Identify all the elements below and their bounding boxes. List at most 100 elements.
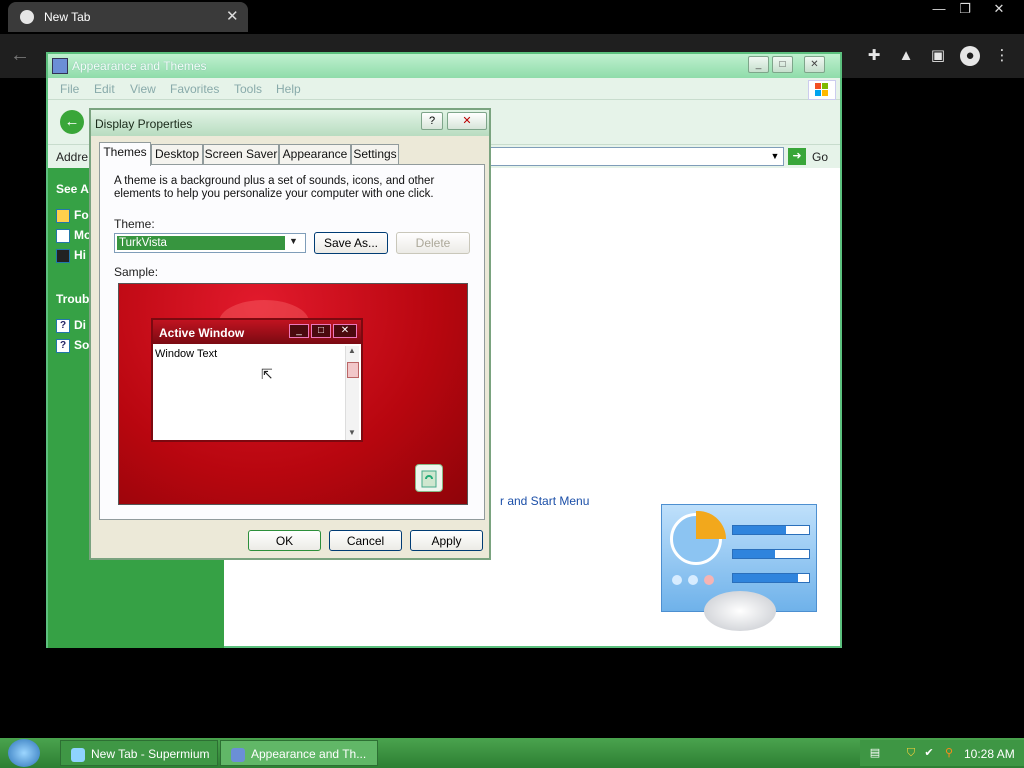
back-arrow-icon[interactable]: ← [10,44,30,67]
menu-edit[interactable]: Edit [94,82,115,96]
menu-help[interactable]: Help [276,82,301,96]
sample-label: Sample: [114,265,159,279]
network-icon[interactable]: ✔ [922,746,936,760]
control-panel-icon [52,58,68,74]
menu-favorites[interactable]: Favorites [170,82,219,96]
theme-description: A theme is a background plus a set of so… [114,175,435,200]
tab-themes[interactable]: Themes [99,142,151,166]
control-panel-icon [231,747,245,762]
tab-appearance[interactable]: Appearance [279,144,351,164]
close-button[interactable]: ✕ [804,56,825,73]
menu-view[interactable]: View [130,82,156,96]
level-bar [732,573,810,583]
taskbar-start-menu-link[interactable]: r and Start Menu [500,494,589,508]
flask-icon[interactable]: ▲ [896,46,916,66]
ok-button[interactable]: OK [248,530,321,551]
save-as-button[interactable]: Save As... [314,232,388,254]
browser-close-button[interactable]: ✕ [982,0,1016,18]
clock[interactable]: 10:28 AM [964,747,1015,761]
troubleshoot-item-sound[interactable]: ? So [56,338,89,353]
sample-close-icon: ✕ [333,324,357,338]
dialog-close-button[interactable]: ✕ [447,112,487,130]
theme-select[interactable]: TurkVista ▼ [114,233,306,253]
taskbar-item-appearance[interactable]: Appearance and Th... [220,740,378,766]
dialog-title: Display Properties [95,117,193,131]
browser-icon [71,747,85,762]
see-also-heading: See Al [56,182,93,196]
tab-settings[interactable]: Settings [351,144,399,164]
tab-desktop[interactable]: Desktop [151,144,203,164]
menu-icon[interactable]: ⋮ [992,46,1012,66]
see-also-item-high-contrast[interactable]: Hi [56,248,86,263]
theme-selected-value: TurkVista [117,236,285,250]
theme-label: Theme: [114,217,155,231]
start-button-icon[interactable] [8,739,40,767]
sample-scroll-thumb [347,362,359,378]
pie-slice-icon [696,511,726,539]
troubleshooters-heading: Troubl [56,292,93,306]
mouse-cursor-icon: ⇱ [261,366,273,382]
sample-scrollbar: ▲ ▼ [345,346,359,440]
browser-tab-bar: New Tab ✕ — ❐ ✕ [0,0,1024,34]
go-label: Go [812,150,829,164]
sample-active-window: Active Window _ □ ✕ Window Text ▲ ▼ ⇱ [151,318,363,442]
sample-window-title: Active Window [159,326,245,340]
minimize-button[interactable]: _ [748,56,769,73]
chevron-down-icon[interactable]: ▼ [766,147,784,166]
taskbar: New Tab - Supermium Appearance and Th...… [0,738,1024,768]
indicator-dot [704,575,714,585]
help-button[interactable]: ? [421,112,443,130]
control-panel-illustration-icon [661,504,817,631]
dialog-titlebar[interactable]: Display Properties ? ✕ [91,110,489,136]
level-bar [732,525,810,535]
indicator-dot [672,575,682,585]
scroll-up-icon: ▲ [348,346,356,355]
go-arrow-icon: ➜ [788,148,806,165]
sample-maximize-icon: □ [311,324,331,338]
mouse-icon [56,228,70,243]
back-button-icon[interactable]: ← [60,110,84,134]
display-properties-dialog: Display Properties ? ✕ Themes Desktop Sc… [89,108,491,560]
globe-icon [20,10,34,24]
indicator-dot [688,575,698,585]
browser-tab-title: New Tab [44,10,91,24]
maximize-button[interactable]: □ [772,56,793,73]
close-tab-icon[interactable]: ✕ [226,7,239,25]
sample-minimize-icon: _ [289,324,309,338]
folder-icon [56,208,70,223]
sample-window-titlebar: Active Window _ □ ✕ [153,320,361,344]
keyboard-icon[interactable]: ▤ [868,746,882,760]
sample-window-text: Window Text [155,348,218,360]
window-titlebar[interactable]: Appearance and Themes _ □ ✕ [48,54,840,78]
cancel-button[interactable]: Cancel [329,530,402,551]
address-label: Addre [56,150,89,164]
troubleshoot-item-display[interactable]: ? Di [56,318,86,333]
delete-button[interactable]: Delete [396,232,470,254]
themes-panel: A theme is a background plus a set of so… [99,164,485,520]
menu-tools[interactable]: Tools [234,82,262,96]
taskbar-item-browser[interactable]: New Tab - Supermium [60,740,218,766]
sidepanel-icon[interactable]: ▣ [928,46,948,66]
chevron-down-icon[interactable]: ▼ [289,236,298,246]
contrast-icon [56,248,70,263]
menu-file[interactable]: File [60,82,79,96]
window-title: Appearance and Themes [72,59,207,73]
apply-button[interactable]: Apply [410,530,483,551]
browser-tab[interactable]: New Tab ✕ [8,2,248,32]
search-icon[interactable]: ⚲ [942,746,956,760]
go-button[interactable]: ➜ Go [788,147,836,167]
help-icon: ? [56,338,70,353]
theme-sample-preview: Active Window _ □ ✕ Window Text ▲ ▼ ⇱ [118,283,468,505]
browser-maximize-button[interactable]: ❐ [948,0,982,18]
shield-icon[interactable]: ⛉ [904,746,918,760]
level-bar [732,549,810,559]
system-tray: ▤ ⛉ ✔ ⚲ 10:28 AM [860,740,1024,766]
disk-icon [704,591,776,631]
puzzle-icon[interactable]: ✚ [864,46,884,66]
see-also-item-fonts[interactable]: Fo [56,208,89,223]
tab-screen-saver[interactable]: Screen Saver [203,144,279,164]
address-input[interactable] [488,147,784,166]
see-also-item-mouse[interactable]: Mo [56,228,91,243]
profile-icon[interactable]: ● [960,46,980,66]
scroll-down-icon: ▼ [348,428,356,437]
